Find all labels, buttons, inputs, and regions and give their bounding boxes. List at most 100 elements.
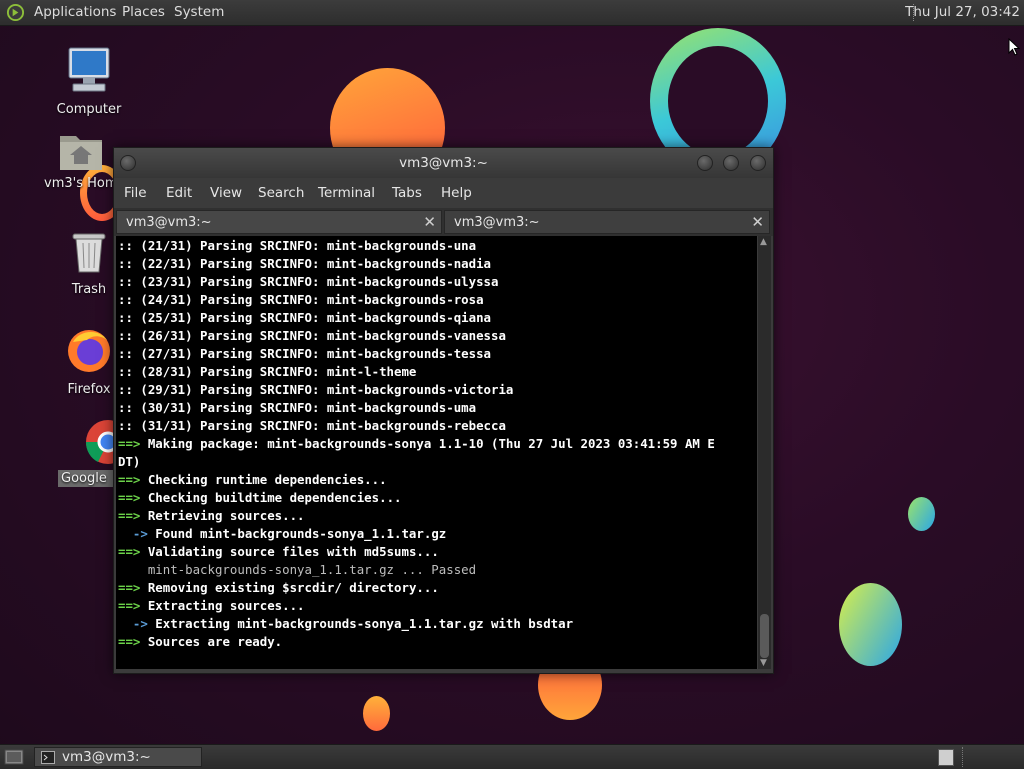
computer-icon xyxy=(68,47,110,92)
line-prefix: ==> xyxy=(118,580,141,595)
window-menu-icon[interactable] xyxy=(120,155,136,171)
terminal-line: ==> Making package: mint-backgrounds-son… xyxy=(118,435,758,453)
terminal-line: :: (29/31) Parsing SRCINFO: mint-backgro… xyxy=(118,381,758,399)
line-text: Found mint-backgrounds-sonya_1.1.tar.gz xyxy=(147,526,447,541)
menu-view[interactable]: View xyxy=(210,185,242,201)
decor-blue-oval xyxy=(839,583,902,666)
terminal-lines: :: (21/31) Parsing SRCINFO: mint-backgro… xyxy=(118,237,758,651)
menu-edit[interactable]: Edit xyxy=(166,185,192,201)
desktop-icon-google[interactable]: Google xyxy=(58,418,114,487)
places-menu[interactable]: Places xyxy=(122,4,165,20)
chrome-icon xyxy=(85,420,114,464)
menu-tabs[interactable]: Tabs xyxy=(392,185,422,201)
trash-icon xyxy=(72,233,106,273)
bottom-panel: vm3@vm3:~ xyxy=(0,744,1024,769)
menu-search[interactable]: Search xyxy=(258,185,304,201)
terminal-line: -> Found mint-backgrounds-sonya_1.1.tar.… xyxy=(118,525,758,543)
line-text: mint-backgrounds-sonya_1.1.tar.gz ... Pa… xyxy=(118,562,477,577)
terminal-line: ==> Retrieving sources... xyxy=(118,507,758,525)
line-text: Validating source files with md5sums... xyxy=(140,544,439,559)
clock[interactable]: Thu Jul 27, 03:42 xyxy=(905,4,1020,20)
line-text: Retrieving sources... xyxy=(140,508,305,523)
tab-label: vm3@vm3:~ xyxy=(126,215,212,230)
line-prefix: :: xyxy=(118,418,133,433)
line-text: (28/31) Parsing SRCINFO: mint-l-theme xyxy=(132,364,417,379)
tab-bar: vm3@vm3:~ ✕ vm3@vm3:~ ✕ xyxy=(114,208,773,236)
terminal-line: :: (23/31) Parsing SRCINFO: mint-backgro… xyxy=(118,273,758,291)
terminal-output[interactable]: :: (21/31) Parsing SRCINFO: mint-backgro… xyxy=(116,236,757,669)
scroll-thumb[interactable] xyxy=(760,614,769,658)
line-text: Checking buildtime dependencies... xyxy=(140,490,402,505)
mouse-cursor-icon xyxy=(1008,38,1020,56)
menu-help[interactable]: Help xyxy=(441,185,472,201)
applications-menu[interactable]: Applications xyxy=(34,4,116,20)
desktop-icon-label: Google xyxy=(58,470,114,487)
show-desktop-icon[interactable] xyxy=(4,748,24,766)
terminal-line: -> Extracting mint-backgrounds-sonya_1.1… xyxy=(118,615,758,633)
line-prefix: ==> xyxy=(118,472,141,487)
scroll-down-icon[interactable]: ▼ xyxy=(760,658,767,668)
menu-terminal[interactable]: Terminal xyxy=(318,185,375,201)
line-prefix: -> xyxy=(118,616,148,631)
line-text: Sources are ready. xyxy=(140,634,283,649)
firefox-icon xyxy=(68,330,110,372)
tab-label: vm3@vm3:~ xyxy=(454,215,540,230)
terminal-line: :: (31/31) Parsing SRCINFO: mint-backgro… xyxy=(118,417,758,435)
menu-bar: File Edit View Search Terminal Tabs Help xyxy=(114,178,773,208)
line-text: Removing existing $srcdir/ directory... xyxy=(140,580,439,595)
scroll-up-icon[interactable]: ▲ xyxy=(760,237,767,247)
line-text: Extracting sources... xyxy=(140,598,305,613)
decor-small-orange xyxy=(363,696,390,731)
tab-close-icon[interactable]: ✕ xyxy=(423,213,436,231)
scrollbar[interactable]: ▲ ▼ xyxy=(758,236,771,669)
line-prefix: ==> xyxy=(118,436,141,451)
title-bar[interactable]: vm3@vm3:~ xyxy=(114,148,773,178)
line-text: (24/31) Parsing SRCINFO: mint-background… xyxy=(132,292,484,307)
line-text: (31/31) Parsing SRCINFO: mint-background… xyxy=(132,418,506,433)
terminal-line: :: (30/31) Parsing SRCINFO: mint-backgro… xyxy=(118,399,758,417)
terminal-window[interactable]: vm3@vm3:~ File Edit View Search Terminal… xyxy=(113,147,774,674)
desktop-icon-label: vm3's Home xyxy=(44,176,118,191)
desktop-icon-home[interactable]: vm3's Home xyxy=(44,128,118,191)
line-prefix: :: xyxy=(118,292,133,307)
mint-menu-icon[interactable] xyxy=(6,3,25,22)
terminal-line: :: (26/31) Parsing SRCINFO: mint-backgro… xyxy=(118,327,758,345)
line-prefix: :: xyxy=(118,400,133,415)
home-folder-icon xyxy=(60,136,102,170)
minimize-icon[interactable] xyxy=(697,155,713,171)
terminal-line: :: (25/31) Parsing SRCINFO: mint-backgro… xyxy=(118,309,758,327)
line-prefix: :: xyxy=(118,274,133,289)
desktop-icon-label: Computer xyxy=(56,102,122,117)
line-prefix: :: xyxy=(118,256,133,271)
line-text: Making package: mint-backgrounds-sonya 1… xyxy=(140,436,715,451)
line-prefix: :: xyxy=(118,382,133,397)
menu-file[interactable]: File xyxy=(124,185,147,201)
maximize-icon[interactable] xyxy=(723,155,739,171)
terminal-line: DT) xyxy=(118,453,758,471)
taskbar-window-button[interactable]: vm3@vm3:~ xyxy=(34,747,202,767)
terminal-line: :: (27/31) Parsing SRCINFO: mint-backgro… xyxy=(118,345,758,363)
system-menu[interactable]: System xyxy=(174,4,224,20)
tab-1[interactable]: vm3@vm3:~ ✕ xyxy=(116,210,442,234)
terminal-line: mint-backgrounds-sonya_1.1.tar.gz ... Pa… xyxy=(118,561,758,579)
line-text: (22/31) Parsing SRCINFO: mint-background… xyxy=(132,256,491,271)
tab-2[interactable]: vm3@vm3:~ ✕ xyxy=(444,210,770,234)
terminal-line: :: (28/31) Parsing SRCINFO: mint-l-theme xyxy=(118,363,758,381)
top-panel: Applications Places System Thu Jul 27, 0… xyxy=(0,0,1024,26)
line-text: DT) xyxy=(118,454,141,469)
terminal-line: :: (21/31) Parsing SRCINFO: mint-backgro… xyxy=(118,237,758,255)
workspace-switcher[interactable] xyxy=(938,749,954,766)
terminal-line: ==> Checking buildtime dependencies... xyxy=(118,489,758,507)
line-prefix: :: xyxy=(118,328,133,343)
terminal-line: ==> Extracting sources... xyxy=(118,597,758,615)
line-prefix: ==> xyxy=(118,544,141,559)
close-icon[interactable] xyxy=(750,155,766,171)
panel-separator xyxy=(962,747,964,767)
line-prefix: ==> xyxy=(118,598,141,613)
desktop-icon-computer[interactable]: Computer xyxy=(44,46,134,117)
terminal-line: ==> Validating source files with md5sums… xyxy=(118,543,758,561)
terminal-icon xyxy=(41,751,55,764)
terminal-line: ==> Removing existing $srcdir/ directory… xyxy=(118,579,758,597)
tab-close-icon[interactable]: ✕ xyxy=(751,213,764,231)
line-text: (27/31) Parsing SRCINFO: mint-background… xyxy=(132,346,491,361)
